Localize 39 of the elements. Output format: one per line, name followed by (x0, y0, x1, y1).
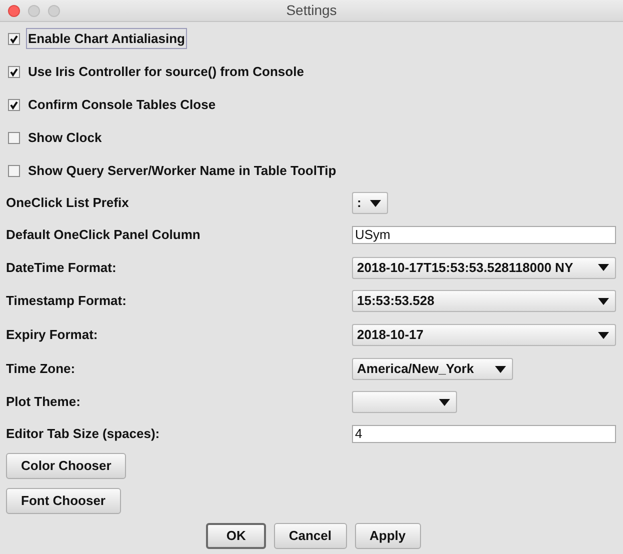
field-label: Time Zone: (6, 360, 76, 378)
chooser-button[interactable]: Font Chooser (6, 488, 120, 514)
window-title: Settings (286, 1, 337, 20)
dialog-button[interactable]: Apply (354, 523, 421, 549)
dropdown[interactable] (352, 391, 457, 413)
field-label: OneClick List Prefix (6, 194, 130, 212)
caret-icon (598, 298, 609, 304)
field-label: Editor Tab Size (spaces): (6, 425, 161, 444)
caret-icon (370, 200, 381, 206)
dropdown[interactable]: 15:53:53.528 (352, 290, 616, 312)
caret-icon (598, 332, 609, 338)
chooser-button[interactable]: Color Chooser (6, 453, 126, 479)
field-label: Timestamp Format: (6, 292, 128, 310)
caret-icon (598, 264, 609, 271)
checkbox[interactable] (8, 164, 20, 176)
checkbox-label: Show Query Server/Worker Name in Table ToolTip (27, 162, 338, 180)
caret-icon (439, 398, 450, 406)
dropdown[interactable]: 2018-10-17T15:53:53.528118000 NY (352, 256, 616, 278)
checkbox[interactable] (8, 66, 20, 78)
dialog-button[interactable]: Cancel (274, 523, 346, 549)
field-label: DateTime Format: (6, 258, 118, 277)
checkbox-label: Show Clock (27, 128, 103, 147)
checkbox-label: Confirm Console Tables Close (27, 96, 217, 114)
field-label: Default OneClick Panel Column (6, 226, 202, 244)
checkbox-label: Use Iris Controller for source() from Console (27, 62, 305, 81)
close-icon[interactable] (8, 4, 20, 16)
field-label: Plot Theme: (6, 393, 82, 412)
dropdown[interactable]: America/New_York (352, 358, 513, 380)
caret-icon (495, 366, 506, 372)
dropdown[interactable]: : (352, 192, 388, 214)
input-field[interactable]: 4 (352, 425, 616, 443)
checkbox[interactable] (8, 32, 20, 44)
input-field[interactable]: USym (352, 226, 616, 244)
dialog-button[interactable]: OK (206, 523, 266, 549)
checkbox-label: Enable Chart Antialiasing (26, 28, 187, 50)
checkbox[interactable] (8, 98, 20, 110)
field-label: Expiry Format: (6, 326, 99, 344)
dropdown[interactable]: 2018-10-17 (352, 324, 616, 346)
checkbox[interactable] (8, 132, 20, 144)
